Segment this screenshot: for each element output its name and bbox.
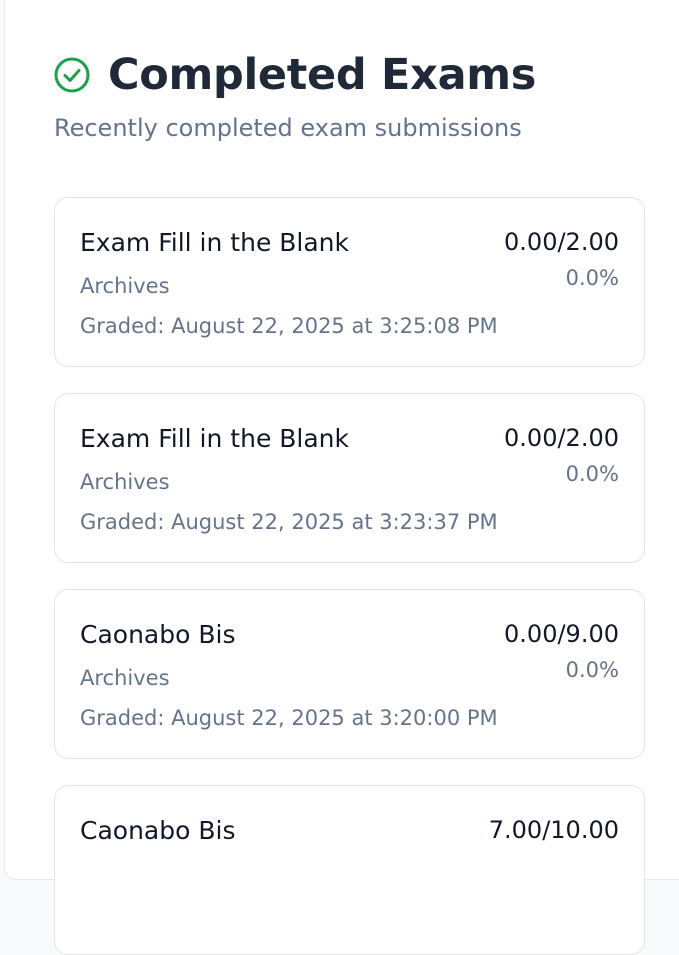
exam-name: Caonabo Bis <box>80 816 236 845</box>
exam-card[interactable]: Caonabo Bis 7.00/10.00 <box>54 785 645 955</box>
page-subtitle: Recently completed exam submissions <box>54 114 522 142</box>
exam-graded-date: Graded: August 22, 2025 at 3:20:00 PM <box>80 706 498 730</box>
exam-card[interactable]: Exam Fill in the Blank Archives Graded: … <box>54 393 645 563</box>
panel-header: Completed Exams <box>54 50 536 100</box>
check-circle-icon <box>54 57 90 93</box>
exam-percent: 0.0% <box>565 266 619 290</box>
exam-course: Archives <box>80 470 170 494</box>
exam-graded-date: Graded: August 22, 2025 at 3:23:37 PM <box>80 510 498 534</box>
exam-graded-date: Graded: August 22, 2025 at 3:25:08 PM <box>80 314 498 338</box>
exam-name: Exam Fill in the Blank <box>80 228 350 257</box>
exam-course: Archives <box>80 274 170 298</box>
page-title: Completed Exams <box>108 50 537 100</box>
exam-name: Exam Fill in the Blank <box>80 424 350 453</box>
exam-course: Archives <box>80 666 170 690</box>
exam-name: Caonabo Bis <box>80 620 236 649</box>
exam-percent: 0.0% <box>565 462 619 486</box>
exam-score: 0.00/9.00 <box>504 620 619 648</box>
exam-score: 0.00/2.00 <box>504 228 619 256</box>
exam-card[interactable]: Exam Fill in the Blank Archives Graded: … <box>54 197 645 367</box>
exam-score: 0.00/2.00 <box>504 424 619 452</box>
exam-card[interactable]: Caonabo Bis Archives Graded: August 22, … <box>54 589 645 759</box>
exam-percent: 0.0% <box>565 658 619 682</box>
